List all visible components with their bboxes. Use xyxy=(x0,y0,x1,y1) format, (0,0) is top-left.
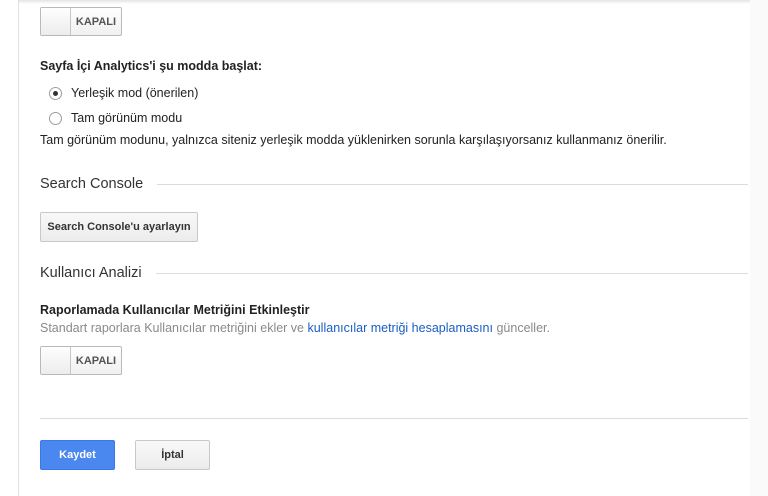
right-edge xyxy=(750,0,768,496)
toggle-label: KAPALI xyxy=(75,354,117,367)
toggle-knob xyxy=(41,8,71,35)
search-console-heading: Search Console xyxy=(40,176,748,192)
save-button[interactable]: Kaydet xyxy=(40,440,115,470)
left-border xyxy=(18,0,19,496)
users-metric-title: Raporlamada Kullanıcılar Metriğini Etkin… xyxy=(40,303,310,317)
description-text: Standart raporlara Kullanıcılar metriğin… xyxy=(40,321,308,335)
cancel-button[interactable]: İptal xyxy=(135,440,210,470)
section-divider xyxy=(155,272,748,274)
inpage-mode-title: Sayfa İçi Analytics'i şu modda başlat: xyxy=(40,59,263,73)
radio-full-view-mode[interactable]: Tam görünüm modu xyxy=(49,111,182,125)
section-heading-text: Search Console xyxy=(40,176,144,192)
users-metric-description: Standart raporlara Kullanıcılar metriğin… xyxy=(40,321,550,335)
form-divider xyxy=(40,418,748,419)
section-divider xyxy=(157,183,748,185)
section-heading-text: Kullanıcı Analizi xyxy=(40,265,142,281)
inpage-analytics-toggle[interactable]: KAPALI xyxy=(40,7,122,36)
user-analysis-heading: Kullanıcı Analizi xyxy=(40,265,748,281)
radio-label: Tam görünüm modu xyxy=(71,111,183,125)
setup-search-console-button[interactable]: Search Console'u ayarlayın xyxy=(40,212,198,242)
radio-embedded-mode[interactable]: Yerleşik mod (önerilen) xyxy=(49,86,198,100)
full-view-note: Tam görünüm modunu, yalnızca siteniz yer… xyxy=(40,133,667,147)
toggle-knob xyxy=(41,347,71,374)
radio-button[interactable] xyxy=(49,111,62,125)
users-metric-calculation-link[interactable]: kullanıcılar metriği hesaplamasını xyxy=(307,321,493,335)
toggle-label: KAPALI xyxy=(75,15,117,28)
users-metric-toggle[interactable]: KAPALI xyxy=(40,346,122,375)
radio-label: Yerleşik mod (önerilen) xyxy=(71,86,199,100)
description-text: günceller. xyxy=(492,321,550,335)
top-shadow xyxy=(19,0,750,4)
radio-button-checked[interactable] xyxy=(49,86,62,100)
